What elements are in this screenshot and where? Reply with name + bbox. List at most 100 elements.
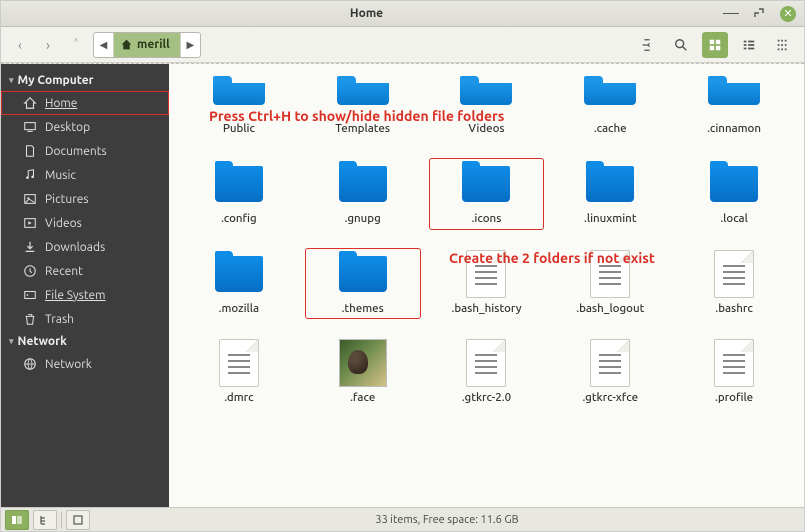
file-item[interactable]: .gtkrc-xfce <box>552 337 668 409</box>
sidebar-group-header[interactable]: ▾Network <box>1 331 169 352</box>
folder-icon <box>462 166 510 202</box>
file-item-label: .config <box>221 212 257 226</box>
file-item[interactable]: .linuxmint <box>552 158 668 230</box>
folder-icon <box>339 166 387 202</box>
folder-icon <box>337 83 389 105</box>
file-item-label: .linuxmint <box>584 212 637 226</box>
sidebar-group-label: Network <box>18 335 67 348</box>
path-bar[interactable]: ◀ merill ▶ <box>93 32 201 58</box>
file-item[interactable]: .themes <box>305 248 421 320</box>
image-thumbnail-icon <box>339 339 387 387</box>
file-item[interactable]: Public <box>181 68 297 140</box>
sidebar-item-label: Pictures <box>45 193 89 206</box>
path-segment-label: merill <box>137 38 170 51</box>
file-icon <box>590 339 630 387</box>
list-view-button[interactable] <box>736 32 762 58</box>
sidebar-group-header[interactable]: ▾My Computer <box>1 70 169 91</box>
home-icon <box>120 38 133 51</box>
file-item-label: .cache <box>594 122 627 136</box>
home-icon <box>23 96 37 110</box>
titlebar: Home — ✕ <box>1 1 804 27</box>
file-item-label: Videos <box>468 122 504 136</box>
tree-pane-button[interactable] <box>33 510 57 530</box>
file-item-label: .bashrc <box>715 302 752 316</box>
documents-icon <box>23 144 37 158</box>
file-item[interactable]: .cinnamon <box>676 68 792 140</box>
folder-icon <box>213 83 265 105</box>
sidebar-item-recent[interactable]: Recent <box>1 259 169 283</box>
sidebar-item-home[interactable]: Home <box>1 91 169 115</box>
file-item[interactable]: .dmrc <box>181 337 297 409</box>
sidebar-item-downloads[interactable]: Downloads <box>1 235 169 259</box>
sidebar-item-file-system[interactable]: File System <box>1 283 169 307</box>
search-button[interactable] <box>668 32 694 58</box>
path-next-icon[interactable]: ▶ <box>180 33 200 57</box>
file-item-label: .dmrc <box>224 391 253 405</box>
icon-view-button[interactable] <box>702 32 728 58</box>
file-icon <box>466 339 506 387</box>
maximize-button[interactable] <box>752 6 766 20</box>
file-item-label: .cinnamon <box>707 122 761 136</box>
file-item-label: .gnupg <box>345 212 381 226</box>
sidebar: ▾My ComputerHome Desktop Documents Music Pic… <box>1 64 169 507</box>
forward-button[interactable]: › <box>37 34 59 56</box>
file-item[interactable]: .bash_history <box>429 248 545 320</box>
file-item-label: .themes <box>342 302 384 316</box>
file-item[interactable]: .gnupg <box>305 158 421 230</box>
path-prev-icon[interactable]: ◀ <box>94 33 114 57</box>
toggle-location-button[interactable] <box>634 32 660 58</box>
music-icon <box>23 168 37 182</box>
sidebar-item-network[interactable]: Network <box>1 352 169 376</box>
statusbar: 33 items, Free space: 11.6 GB <box>1 507 804 531</box>
trash-icon <box>23 312 37 326</box>
folder-icon <box>460 83 512 105</box>
sidebar-item-label: Network <box>45 358 92 371</box>
sidebar-item-music[interactable]: Music <box>1 163 169 187</box>
file-item[interactable]: .face <box>305 337 421 409</box>
file-item[interactable]: .profile <box>676 337 792 409</box>
file-icon <box>714 250 754 298</box>
minimize-button[interactable]: — <box>724 6 738 20</box>
sidebar-item-label: Desktop <box>45 121 90 134</box>
sidebar-item-pictures[interactable]: Pictures <box>1 187 169 211</box>
file-item-label: .bash_history <box>451 302 521 316</box>
file-item-label: .face <box>350 391 375 405</box>
folder-icon <box>215 166 263 202</box>
main-pane[interactable]: Public Templates Videos .cache .cinnamon .con… <box>169 64 804 507</box>
file-item[interactable]: .local <box>676 158 792 230</box>
close-button[interactable]: ✕ <box>780 6 796 22</box>
sidebar-item-label: Videos <box>45 217 82 230</box>
file-item[interactable]: .gtkrc-2.0 <box>429 337 545 409</box>
sidebar-item-documents[interactable]: Documents <box>1 139 169 163</box>
compact-view-button[interactable] <box>770 32 796 58</box>
path-segment[interactable]: merill <box>114 33 180 57</box>
downloads-icon <box>23 240 37 254</box>
folder-icon <box>708 83 760 105</box>
sidebar-item-trash[interactable]: Trash <box>1 307 169 331</box>
up-button[interactable]: ˄ <box>65 34 87 56</box>
sidebar-group-label: My Computer <box>18 74 94 87</box>
sidebar-item-videos[interactable]: Videos <box>1 211 169 235</box>
file-item-label: .gtkrc-xfce <box>582 391 638 405</box>
file-icon <box>219 339 259 387</box>
back-button[interactable]: ‹ <box>9 34 31 56</box>
places-pane-button[interactable] <box>5 510 29 530</box>
file-item[interactable]: .cache <box>552 68 668 140</box>
folder-icon <box>710 166 758 202</box>
file-item[interactable]: .bashrc <box>676 248 792 320</box>
file-item-label: Templates <box>335 122 390 136</box>
file-item-label: .profile <box>715 391 753 405</box>
file-item-label: Public <box>223 122 255 136</box>
filesystem-icon <box>23 288 37 302</box>
file-item[interactable]: .mozilla <box>181 248 297 320</box>
file-item[interactable]: .config <box>181 158 297 230</box>
sidebar-item-label: Documents <box>45 145 107 158</box>
file-item[interactable]: .bash_logout <box>552 248 668 320</box>
file-item[interactable]: .icons <box>429 158 545 230</box>
file-icon <box>714 339 754 387</box>
file-item[interactable]: Videos <box>429 68 545 140</box>
toolbar: ‹ › ˄ ◀ merill ▶ <box>1 27 804 63</box>
show-hidden-toggle[interactable] <box>66 510 90 530</box>
sidebar-item-desktop[interactable]: Desktop <box>1 115 169 139</box>
file-item[interactable]: Templates <box>305 68 421 140</box>
